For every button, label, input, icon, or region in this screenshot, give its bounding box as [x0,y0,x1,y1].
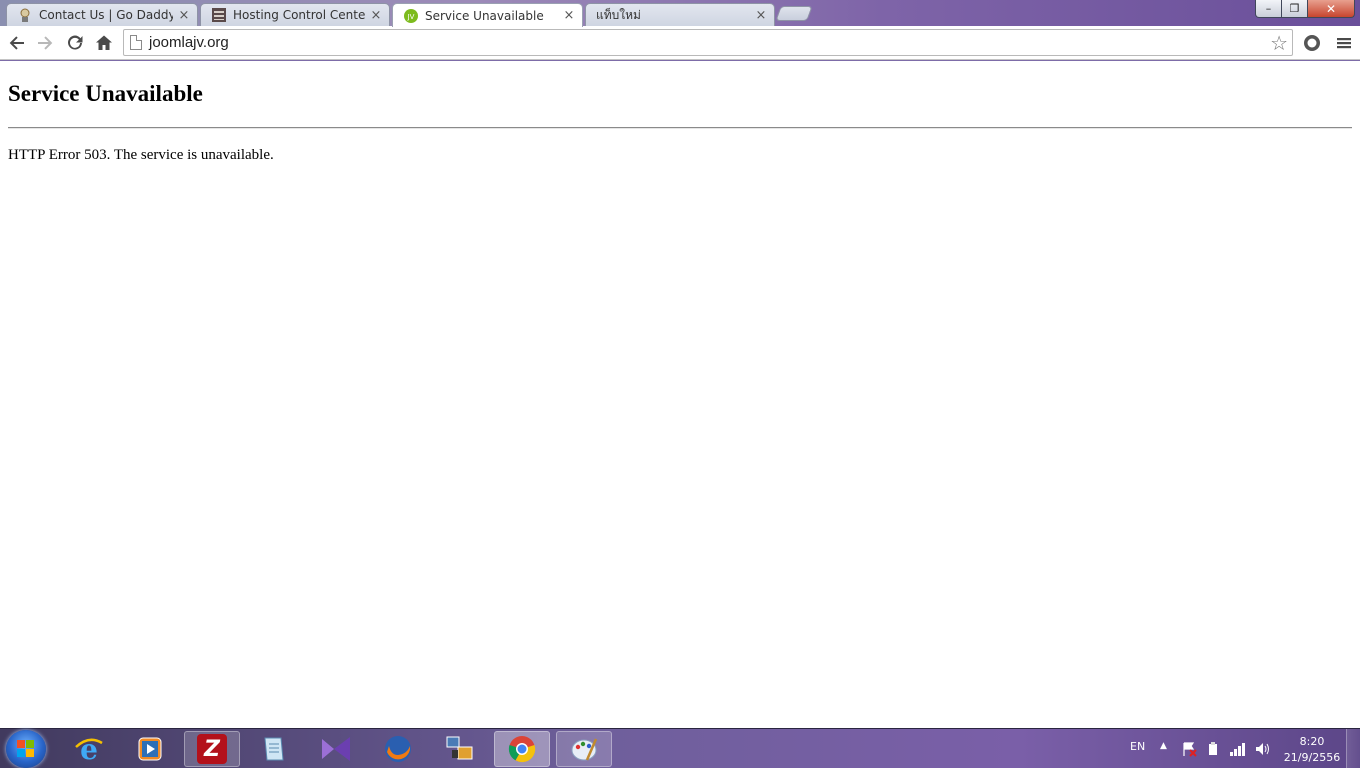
clock-time: 8:20 [1299,735,1325,748]
tab-label: แท็บใหม่ [596,7,641,22]
tab-close-icon[interactable]: × [562,8,576,23]
show-hidden-icons-icon[interactable]: ▲ [1160,741,1167,768]
safely-remove-hardware-icon[interactable] [1205,741,1221,768]
visual-studio-icon [322,737,350,761]
taskbar: e Z EN ▲ 8:20 21/9/2556 [0,728,1360,768]
tab-close-icon[interactable]: × [177,8,191,23]
action-center-flag-icon[interactable] [1181,741,1197,768]
home-button[interactable] [92,31,116,55]
volume-icon[interactable] [1254,741,1272,768]
taskbar-network-tool[interactable] [432,731,488,767]
menu-button[interactable] [1332,31,1356,55]
system-clock[interactable]: 8:20 21/9/2556 [1282,734,1342,768]
reload-icon [68,35,83,50]
network-signal-icon[interactable] [1229,741,1247,768]
tab-close-icon[interactable]: × [754,8,768,23]
back-arrow-icon [9,36,24,50]
browser-toolbar: joomlajv.org ☆ [0,26,1360,60]
extension-ring-icon [1304,35,1320,51]
filezilla-icon-letter: Z [204,736,220,762]
forward-arrow-icon [38,36,53,50]
windows-logo-icon [17,740,35,758]
forward-button[interactable] [33,31,57,55]
hosting-favicon [211,7,227,23]
page-title: Service Unavailable [8,81,203,106]
notepad-icon [264,737,284,761]
internet-explorer-icon: e [75,733,103,765]
tab-contact-us[interactable]: Contact Us | Go Daddy Su × [6,3,198,26]
new-tab-button[interactable] [775,6,813,21]
extension-button[interactable] [1300,31,1324,55]
reload-button[interactable] [63,31,87,55]
close-window-button[interactable]: ✕ [1308,0,1355,18]
taskbar-filezilla[interactable]: Z [184,731,240,767]
maximize-button[interactable]: ❐ [1282,0,1308,18]
home-icon [96,35,112,50]
hamburger-menu-icon [1337,38,1351,49]
media-player-icon [138,737,162,761]
address-text[interactable]: joomlajv.org [149,34,229,51]
tab-close-icon[interactable]: × [369,8,383,23]
page-divider [8,127,1352,129]
paint-icon [571,738,598,761]
go-daddy-favicon [17,7,33,23]
page-icon [130,35,142,50]
taskbar-internet-explorer[interactable]: e [61,731,117,767]
page-viewport: Service Unavailable HTTP Error 503. The … [0,61,1360,728]
firefox-icon [385,736,411,762]
show-desktop-button[interactable] [1346,729,1360,768]
window-controls: – ❐ ✕ [1255,0,1355,18]
address-bar[interactable]: joomlajv.org ☆ [123,29,1293,56]
taskbar-chrome[interactable] [494,731,550,767]
network-tool-icon [446,736,473,760]
taskbar-paint[interactable] [556,731,612,767]
tab-label: Contact Us | Go Daddy Su [39,8,173,22]
taskbar-notepad[interactable] [246,731,302,767]
language-indicator[interactable]: EN [1130,740,1145,768]
svg-text:e: e [80,733,98,765]
error-message: HTTP Error 503. The service is unavailab… [8,147,274,163]
taskbar-media-player[interactable] [122,731,178,767]
joomlajv-favicon: JV [403,8,419,24]
tab-label: Service Unavailable [425,8,544,23]
start-button[interactable] [6,730,46,768]
browser-titlebar: Contact Us | Go Daddy Su × Hosting Contr… [0,0,1360,27]
tab-hosting-control-center[interactable]: Hosting Control Center × [200,3,390,26]
chrome-icon [508,736,536,763]
filezilla-icon: Z [197,734,227,764]
clock-date: 21/9/2556 [1283,751,1341,764]
minimize-button[interactable]: – [1255,0,1282,18]
bookmark-star-icon[interactable]: ☆ [1270,31,1288,55]
tab-label: Hosting Control Center [233,8,365,22]
svg-text:JV: JV [407,13,415,21]
taskbar-visual-studio[interactable] [308,731,364,767]
tab-service-unavailable[interactable]: JV Service Unavailable × [392,3,583,27]
tab-new-tab[interactable]: แท็บใหม่ × [585,3,775,26]
back-button[interactable] [5,31,29,55]
taskbar-firefox[interactable] [370,731,426,767]
